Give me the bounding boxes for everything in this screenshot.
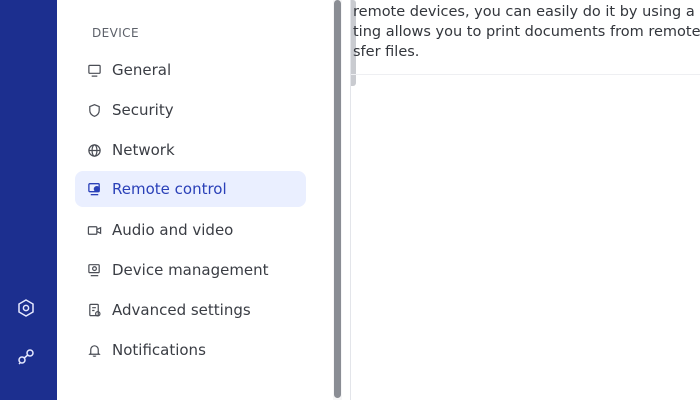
section-label-device: DEVICE (92, 26, 139, 40)
left-rail (0, 0, 57, 400)
device-management-icon (86, 262, 102, 278)
sidebar-item-general[interactable]: General (75, 52, 306, 88)
sidebar-item-advanced-settings[interactable]: Advanced settings (75, 292, 306, 328)
sidebar-scrollbar[interactable] (333, 0, 342, 400)
nodes-icon[interactable] (15, 346, 37, 368)
sidebar-item-label: Network (112, 141, 175, 159)
settings-hex-icon[interactable] (15, 297, 37, 319)
settings-sidebar: DEVICE General Security Network Remote c… (57, 0, 333, 400)
sidebar-item-remote-control[interactable]: Remote control (75, 171, 306, 207)
paragraph-line-1: remote devices, you can easily do it by … (353, 4, 700, 20)
sidebar-item-label: Notifications (112, 341, 206, 359)
sidebar-item-notifications[interactable]: Notifications (75, 332, 306, 368)
sidebar-item-network[interactable]: Network (75, 132, 306, 168)
main-content: remote devices, you can easily do it by … (351, 0, 700, 400)
paragraph-line-2: ting allows you to print documents from … (353, 24, 700, 40)
app-root: DEVICE General Security Network Remote c… (0, 0, 700, 400)
sidebar-item-label: Security (112, 101, 174, 119)
sidebar-item-audio-video[interactable]: Audio and video (75, 212, 306, 248)
sidebar-item-label: Advanced settings (112, 301, 251, 319)
remote-control-icon (86, 181, 102, 197)
sidebar-item-security[interactable]: Security (75, 92, 306, 128)
sidebar-item-label: Remote control (112, 180, 227, 198)
content-divider (351, 74, 700, 75)
video-camera-icon (86, 222, 102, 238)
sidebar-item-label: General (112, 61, 172, 79)
paragraph-line-3: sfer files. (353, 44, 420, 60)
monitor-icon (86, 62, 102, 78)
sidebar-item-device-management[interactable]: Device management (75, 252, 306, 288)
globe-icon (86, 142, 102, 158)
advanced-settings-icon (86, 302, 102, 318)
sidebar-scrollbar-thumb[interactable] (334, 0, 341, 398)
sidebar-item-label: Audio and video (112, 221, 234, 239)
sidebar-item-label: Device management (112, 261, 269, 279)
shield-icon (86, 102, 102, 118)
bell-icon (86, 342, 102, 358)
